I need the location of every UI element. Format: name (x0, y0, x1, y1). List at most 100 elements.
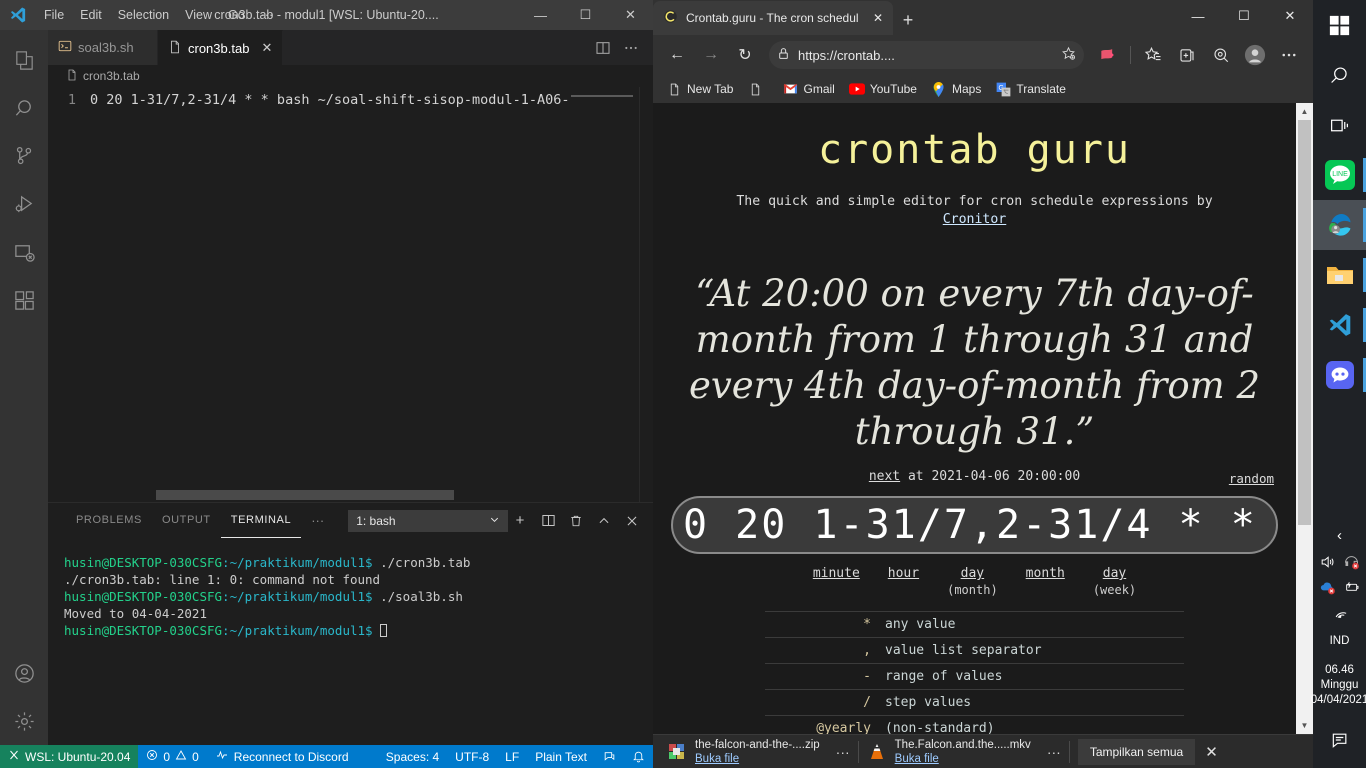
notifications-icon[interactable] (1313, 718, 1366, 762)
feedback-icon[interactable] (595, 745, 624, 768)
bookmark-gmail[interactable]: Gmail (777, 79, 839, 99)
editor-tab-cron3b[interactable]: cron3b.tab ✕ (158, 30, 284, 65)
status-language-mode[interactable]: Plain Text (527, 745, 595, 768)
download-more-button[interactable]: ··· (1039, 744, 1069, 760)
scrollbar-up-arrow[interactable]: ▲ (1296, 103, 1313, 120)
start-button[interactable] (1313, 0, 1366, 50)
editor-horizontal-scrollbar[interactable] (156, 490, 637, 500)
menu-selection[interactable]: Selection (110, 5, 177, 25)
vscode-menubar[interactable]: File Edit Selection View Go ··· (36, 5, 281, 25)
editor-more-actions-icon[interactable] (619, 36, 643, 60)
folder-icon[interactable] (1313, 250, 1366, 300)
random-link[interactable]: random (1229, 471, 1274, 486)
breadcrumb[interactable]: cron3b.tab (48, 65, 653, 87)
headset-muted-icon[interactable] (1343, 554, 1360, 575)
address-bar[interactable]: https://crontab.... (769, 41, 1084, 69)
onedrive-error-icon[interactable] (1319, 579, 1336, 600)
status-discord[interactable]: Reconnect to Discord (207, 745, 357, 768)
cronitor-link[interactable]: Cronitor (943, 212, 1007, 227)
browser-tab-close-button[interactable]: ✕ (873, 11, 883, 25)
status-encoding[interactable]: UTF-8 (447, 745, 497, 768)
download-open-link[interactable]: Buka file (895, 753, 939, 765)
battery-charging-icon[interactable] (1343, 579, 1361, 600)
line-icon[interactable]: LINE (1313, 150, 1366, 200)
bookmark-unnamed[interactable] (742, 79, 773, 99)
field-link[interactable]: day (961, 566, 984, 581)
scrollbar-thumb[interactable] (156, 490, 455, 500)
editor-tab-close-button[interactable]: ✕ (261, 40, 272, 56)
settings-more-icon-alt[interactable] (1205, 39, 1237, 71)
source-control-icon[interactable] (0, 132, 48, 180)
close-panel-icon[interactable] (621, 510, 643, 532)
panel-tab-terminal[interactable]: TERMINAL (220, 504, 302, 538)
tray-clock[interactable]: 06.46 Minggu 04/04/2021 (1311, 657, 1366, 714)
panel-tab-output[interactable]: OUTPUT (152, 504, 221, 537)
vscode-minimize-button[interactable]: — (518, 0, 563, 30)
back-button[interactable]: ← (661, 39, 693, 71)
cron-expression-box[interactable] (671, 496, 1278, 554)
download-item-zip[interactable]: the-falcon-and-the-....zip Buka file (659, 735, 828, 768)
bookmark-youtube[interactable]: YouTube (844, 79, 922, 99)
forward-button[interactable]: → (695, 39, 727, 71)
tray-language[interactable]: IND (1330, 629, 1350, 653)
favorites-icon[interactable] (1137, 39, 1169, 71)
vscode-icon[interactable] (1313, 300, 1366, 350)
panel-more-icon[interactable]: ··· (301, 513, 334, 528)
new-tab-button[interactable]: + (893, 5, 923, 35)
browser-minimize-button[interactable]: — (1175, 0, 1221, 32)
settings-gear-icon[interactable] (0, 697, 48, 745)
code-editor[interactable]: 1 0 20 1-31/7,2-31/4 * * bash ~/soal-shi… (48, 87, 653, 502)
search-icon[interactable] (0, 84, 48, 132)
terminal-selector[interactable]: 1: bash (348, 509, 509, 532)
status-indentation[interactable]: Spaces: 4 (378, 745, 447, 768)
editor-vertical-scrollbar[interactable] (639, 87, 653, 502)
code-line-text[interactable]: 0 20 1-31/7,2-31/4 * * bash ~/soal-shift… (90, 91, 570, 110)
extensions-icon[interactable] (0, 276, 48, 324)
bookmark-translate[interactable]: G Translate (990, 79, 1071, 99)
minimap[interactable] (571, 93, 639, 105)
scrollbar-thumb[interactable] (1298, 120, 1311, 525)
next-link[interactable]: next (869, 469, 900, 484)
downloads-bar-close-button[interactable]: ✕ (1195, 743, 1228, 761)
browser-tab-crontab[interactable]: Crontab.guru - The cron schedul ✕ (653, 1, 893, 35)
browser-essentials-icon[interactable] (1092, 39, 1124, 71)
edge-icon[interactable] (1313, 200, 1366, 250)
field-link[interactable]: hour (888, 566, 919, 581)
tray-expand-button[interactable]: ‹ (1313, 527, 1366, 550)
bookmark-maps[interactable]: Maps (926, 79, 986, 99)
new-terminal-icon[interactable]: + (509, 510, 531, 532)
download-item-mkv[interactable]: The.Falcon.and.the.....mkv Buka file (859, 735, 1039, 768)
split-terminal-icon[interactable] (537, 510, 559, 532)
split-editor-icon[interactable] (591, 36, 615, 60)
status-problems[interactable]: 0 0 (138, 745, 206, 768)
add-favorite-icon[interactable] (1061, 46, 1076, 64)
field-link[interactable]: month (1026, 566, 1065, 581)
discord-icon[interactable] (1313, 350, 1366, 400)
reload-button[interactable]: ↻ (729, 39, 761, 71)
download-open-link[interactable]: Buka file (695, 753, 739, 765)
menu-edit[interactable]: Edit (72, 5, 110, 25)
accounts-icon[interactable] (0, 649, 48, 697)
menu-more[interactable]: ··· (253, 5, 282, 25)
maximize-panel-icon[interactable] (593, 510, 615, 532)
browser-maximize-button[interactable]: ☐ (1221, 0, 1267, 32)
download-more-button[interactable]: ··· (828, 744, 858, 760)
vscode-maximize-button[interactable]: ☐ (563, 0, 608, 30)
field-link[interactable]: minute (813, 566, 860, 581)
explorer-icon[interactable] (0, 36, 48, 84)
wifi-icon[interactable] (1331, 604, 1349, 625)
menu-view[interactable]: View (177, 5, 220, 25)
settings-more-icon[interactable] (1273, 39, 1305, 71)
task-view-icon[interactable] (1313, 100, 1366, 150)
kill-terminal-icon[interactable] (565, 510, 587, 532)
status-eol[interactable]: LF (497, 745, 527, 768)
bookmark-new-tab[interactable]: New Tab (661, 79, 738, 99)
field-link[interactable]: day (1103, 566, 1126, 581)
browser-close-button[interactable]: ✕ (1267, 0, 1313, 32)
terminal-output[interactable]: husin@DESKTOP-030CSFG:~/praktikum/modul1… (48, 538, 653, 745)
cron-expression-input[interactable] (683, 502, 1266, 548)
volume-icon[interactable] (1319, 554, 1336, 575)
search-icon[interactable] (1313, 50, 1366, 100)
downloads-show-all-button[interactable]: Tampilkan semua (1077, 738, 1196, 765)
remote-explorer-icon[interactable] (0, 228, 48, 276)
